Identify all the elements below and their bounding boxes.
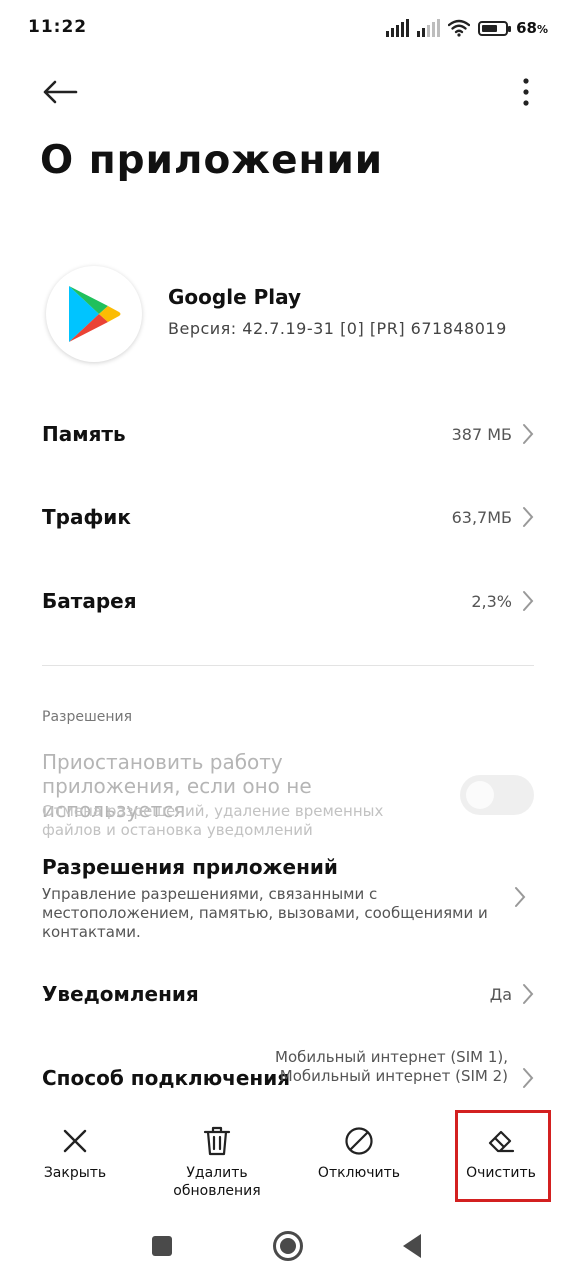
app-icon xyxy=(46,266,142,362)
app-version: Версия: 42.7.19-31 [0] [PR] 671848019 xyxy=(168,319,507,338)
back-nav-button[interactable] xyxy=(392,1226,432,1266)
close-label: Закрыть xyxy=(43,1165,107,1181)
pause-app-subtitle: Отмена разрешений, удаление временных фа… xyxy=(42,802,384,839)
delete-updates-label: Удалить обновления xyxy=(173,1165,261,1199)
signal-sim2-icon xyxy=(417,19,441,37)
disable-label: Отключить xyxy=(317,1165,401,1181)
status-time: 11:22 xyxy=(28,17,88,37)
signal-sim1-icon xyxy=(386,19,410,37)
battery-label: Батарея xyxy=(42,589,137,613)
highlight-frame xyxy=(455,1110,551,1202)
app-permissions-title[interactable]: Разрешения приложений xyxy=(42,855,338,879)
more-options-button[interactable] xyxy=(506,70,546,114)
trash-icon xyxy=(203,1126,231,1156)
more-vert-icon xyxy=(523,78,529,106)
close-button[interactable]: Закрыть xyxy=(15,1118,135,1182)
traffic-row[interactable]: Трафик 63,7МБ xyxy=(0,491,576,543)
connection-label: Способ подключения xyxy=(42,1066,291,1090)
notifications-value: Да xyxy=(489,984,512,1004)
triangle-back-icon xyxy=(403,1234,421,1258)
disable-button[interactable]: Отключить xyxy=(299,1118,419,1182)
back-button[interactable] xyxy=(32,70,88,114)
chevron-right-icon xyxy=(523,507,534,527)
chevron-right-icon xyxy=(523,1068,534,1088)
recent-apps-button[interactable] xyxy=(142,1226,182,1266)
traffic-value: 63,7МБ xyxy=(451,507,512,527)
chevron-right-icon[interactable] xyxy=(514,886,526,908)
notifications-label: Уведомления xyxy=(42,982,199,1006)
memory-label: Память xyxy=(42,422,126,446)
chevron-right-icon xyxy=(523,424,534,444)
connection-value: Мобильный интернет (SIM 1), Мобильный ин… xyxy=(275,1048,508,1085)
app-name: Google Play xyxy=(168,285,302,309)
delete-updates-button[interactable]: Удалить обновления xyxy=(157,1118,277,1200)
page-title: О приложении xyxy=(40,138,384,183)
chevron-right-icon xyxy=(523,591,534,611)
google-play-logo-icon xyxy=(69,286,121,342)
app-permissions-subtitle: Управление разрешениями, связанными с ме… xyxy=(42,885,488,941)
wifi-icon xyxy=(448,19,471,37)
status-icons: 68% xyxy=(386,16,548,40)
divider xyxy=(42,665,534,666)
memory-row[interactable]: Память 387 МБ xyxy=(0,408,576,460)
notifications-row[interactable]: Уведомления Да xyxy=(0,968,576,1020)
toggle-knob xyxy=(466,781,494,809)
pause-app-toggle[interactable] xyxy=(460,775,534,815)
home-circle-icon xyxy=(273,1231,303,1261)
x-icon xyxy=(63,1129,87,1153)
traffic-label: Трафик xyxy=(42,505,131,529)
memory-value: 387 МБ xyxy=(451,424,512,444)
square-icon xyxy=(152,1236,172,1256)
chevron-right-icon xyxy=(523,984,534,1004)
arrow-left-icon xyxy=(43,80,78,104)
block-icon xyxy=(345,1127,373,1155)
battery-level: 68% xyxy=(516,19,548,37)
battery-icon xyxy=(478,20,512,36)
battery-row[interactable]: Батарея 2,3% xyxy=(0,575,576,627)
battery-value: 2,3% xyxy=(471,591,512,611)
home-button[interactable] xyxy=(268,1226,308,1266)
permissions-section-header: Разрешения xyxy=(42,709,133,725)
